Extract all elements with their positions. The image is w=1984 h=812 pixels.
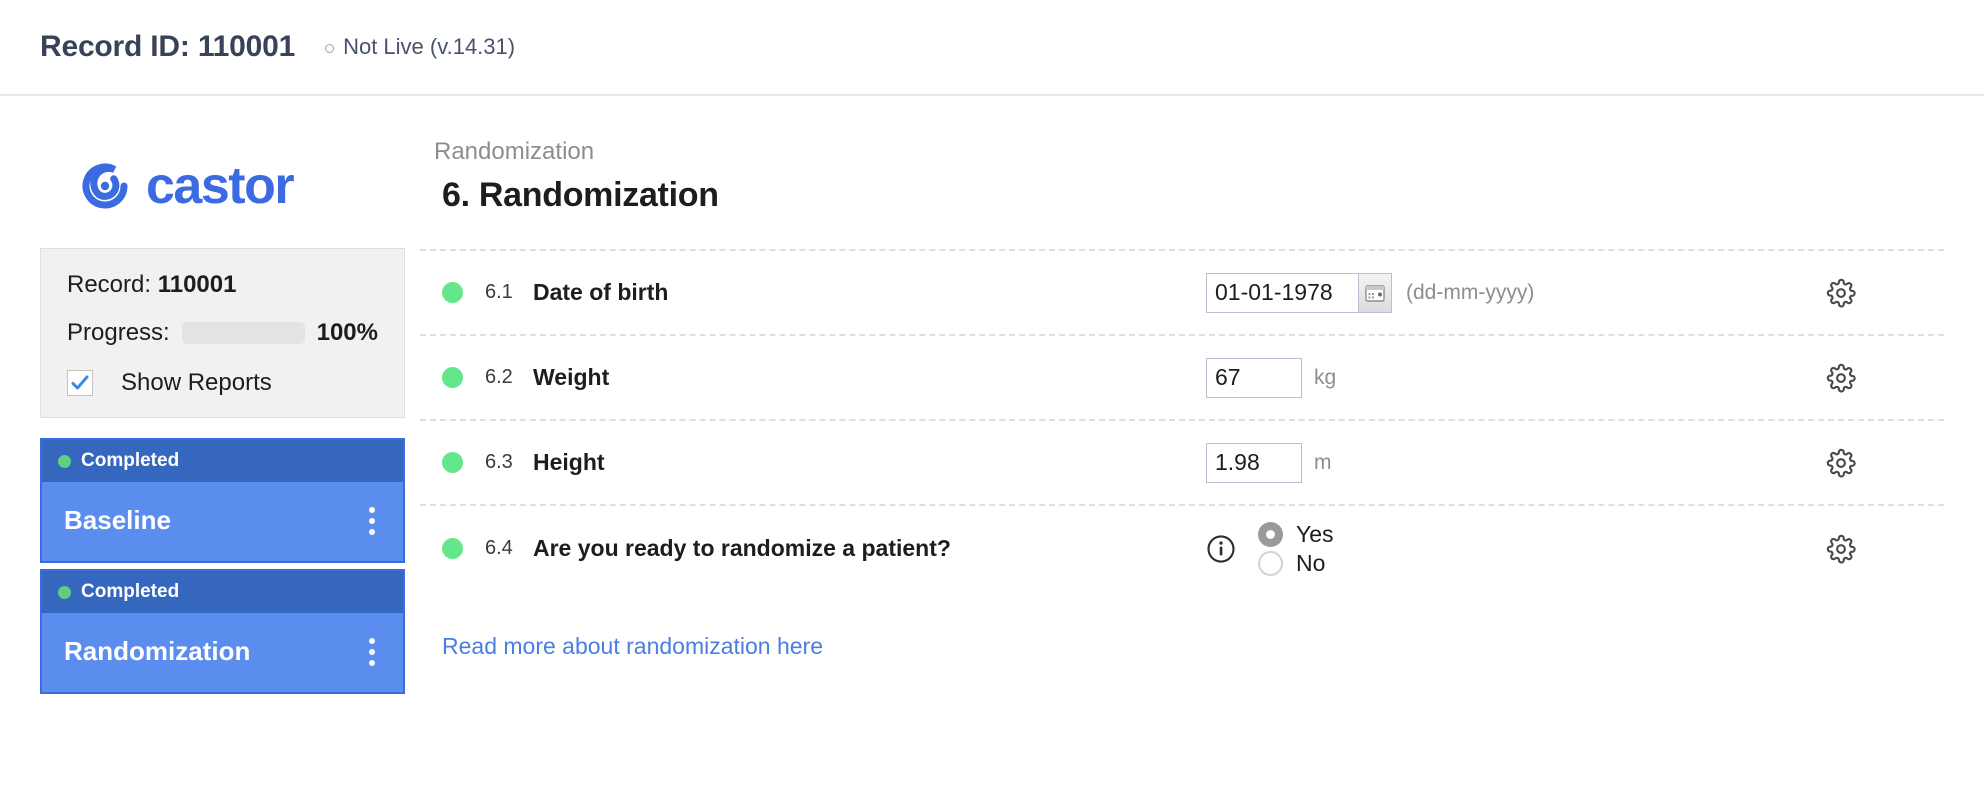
status-dot-icon	[442, 367, 463, 388]
field-row-date-of-birth: 6.1 Date of birth 01-01-1978 (dd-mm-yyyy…	[420, 251, 1944, 336]
gear-icon[interactable]	[1826, 448, 1856, 478]
status-badge: Not Live (v.14.31)	[325, 34, 515, 60]
field-row-weight: 6.2 Weight 67 kg	[420, 336, 1944, 421]
radio-option-no[interactable]: No	[1258, 550, 1334, 577]
kebab-menu-icon[interactable]	[363, 633, 381, 670]
field-label: Weight	[533, 364, 610, 390]
baseline-title: Baseline	[64, 505, 171, 535]
date-of-birth-control: 01-01-1978 (dd-mm-yyyy)	[1206, 272, 1826, 313]
status-dot-icon	[442, 282, 463, 303]
radio-yes-icon[interactable]	[1258, 521, 1283, 547]
weight-input[interactable]: 67	[1206, 357, 1302, 398]
page-title: Record ID: 110001	[40, 30, 296, 63]
field-number: 6.3	[485, 451, 513, 473]
show-reports-label: Show Reports	[121, 369, 272, 396]
record-value: 110001	[157, 271, 237, 298]
status-dot-icon	[442, 538, 463, 559]
record-label-prefix: Record:	[67, 271, 158, 298]
ready-to-randomize-radiogroup[interactable]: Yes No	[1258, 521, 1334, 577]
height-input[interactable]: 1.98	[1206, 442, 1302, 483]
date-of-birth-input[interactable]: 01-01-1978	[1206, 272, 1358, 313]
randomization-status: Completed	[42, 571, 403, 613]
field-row-ready-to-randomize: 6.4 Are you ready to randomize a patient…	[420, 506, 1944, 591]
form-fields: 6.1 Date of birth 01-01-1978 (dd-mm-yyyy…	[420, 249, 1944, 591]
app-header: Record ID: 110001 Not Live (v.14.31)	[0, 0, 1984, 96]
gear-icon[interactable]	[1826, 363, 1856, 393]
form-title: 6. Randomization	[442, 176, 719, 214]
baseline-status-label: Completed	[81, 450, 180, 471]
field-label: Date of birth	[533, 279, 669, 305]
radio-option-yes[interactable]: Yes	[1258, 521, 1334, 548]
baseline-status: Completed	[42, 440, 403, 482]
date-format-hint: (dd-mm-yyyy)	[1406, 280, 1535, 304]
randomization-body[interactable]: Randomization	[42, 613, 403, 692]
weight-control: 67 kg	[1206, 357, 1826, 398]
circle-outline-icon	[325, 43, 335, 53]
field-number: 6.1	[485, 281, 513, 303]
progress-percent: 100%	[316, 319, 378, 346]
main-content: Randomization 6. Randomization 6.1 Date …	[420, 96, 1984, 812]
sidebar-nav: Completed Baseline Completed Randomizati…	[40, 438, 405, 694]
gear-icon[interactable]	[1826, 534, 1856, 564]
radio-no-label: No	[1296, 549, 1326, 576]
breadcrumb: Randomization	[434, 138, 595, 165]
progress-label: Progress:	[67, 319, 170, 346]
field-number: 6.4	[485, 537, 513, 559]
show-reports-checkbox[interactable]	[67, 370, 93, 396]
show-reports-row[interactable]: Show Reports	[67, 369, 378, 397]
read-more-link[interactable]: Read more about randomization here	[420, 633, 823, 660]
castor-spiral-logo-icon	[78, 159, 132, 213]
randomization-title: Randomization	[64, 636, 251, 666]
radio-yes-label: Yes	[1296, 520, 1334, 547]
height-control: 1.98 m	[1206, 442, 1826, 483]
live-status-label: Not Live (v.14.31)	[343, 34, 516, 59]
record-panel: Record: 110001 Progress: 100% Show Repor…	[40, 248, 405, 418]
sidebar: castor Record: 110001 Progress: 100% Sho…	[0, 96, 420, 812]
logo-text: castor	[146, 157, 295, 215]
field-label: Height	[533, 449, 605, 475]
field-number: 6.2	[485, 366, 513, 388]
field-label: Are you ready to randomize a patient?	[533, 535, 951, 561]
progress-row: Progress: 100%	[67, 319, 378, 347]
sidebar-item-randomization[interactable]: Completed Randomization	[40, 569, 405, 694]
randomization-status-label: Completed	[81, 581, 180, 602]
baseline-body[interactable]: Baseline	[42, 482, 403, 561]
logo: castor	[40, 138, 420, 234]
checkmark-icon	[71, 375, 89, 390]
gear-icon[interactable]	[1826, 278, 1856, 308]
weight-unit: kg	[1314, 365, 1337, 389]
progress-bar	[181, 322, 305, 344]
height-unit: m	[1314, 450, 1332, 474]
record-label: Record: 110001	[67, 271, 378, 299]
status-dot-icon	[58, 454, 71, 468]
ready-to-randomize-control: Yes No	[1206, 521, 1826, 577]
status-dot-icon	[58, 585, 71, 599]
field-row-height: 6.3 Height 1.98 m	[420, 421, 1944, 506]
radio-no-icon[interactable]	[1258, 550, 1283, 576]
info-icon[interactable]	[1206, 534, 1236, 564]
calendar-icon[interactable]	[1358, 272, 1392, 313]
sidebar-item-baseline[interactable]: Completed Baseline	[40, 438, 405, 563]
status-dot-icon	[442, 452, 463, 473]
kebab-menu-icon[interactable]	[363, 502, 381, 539]
